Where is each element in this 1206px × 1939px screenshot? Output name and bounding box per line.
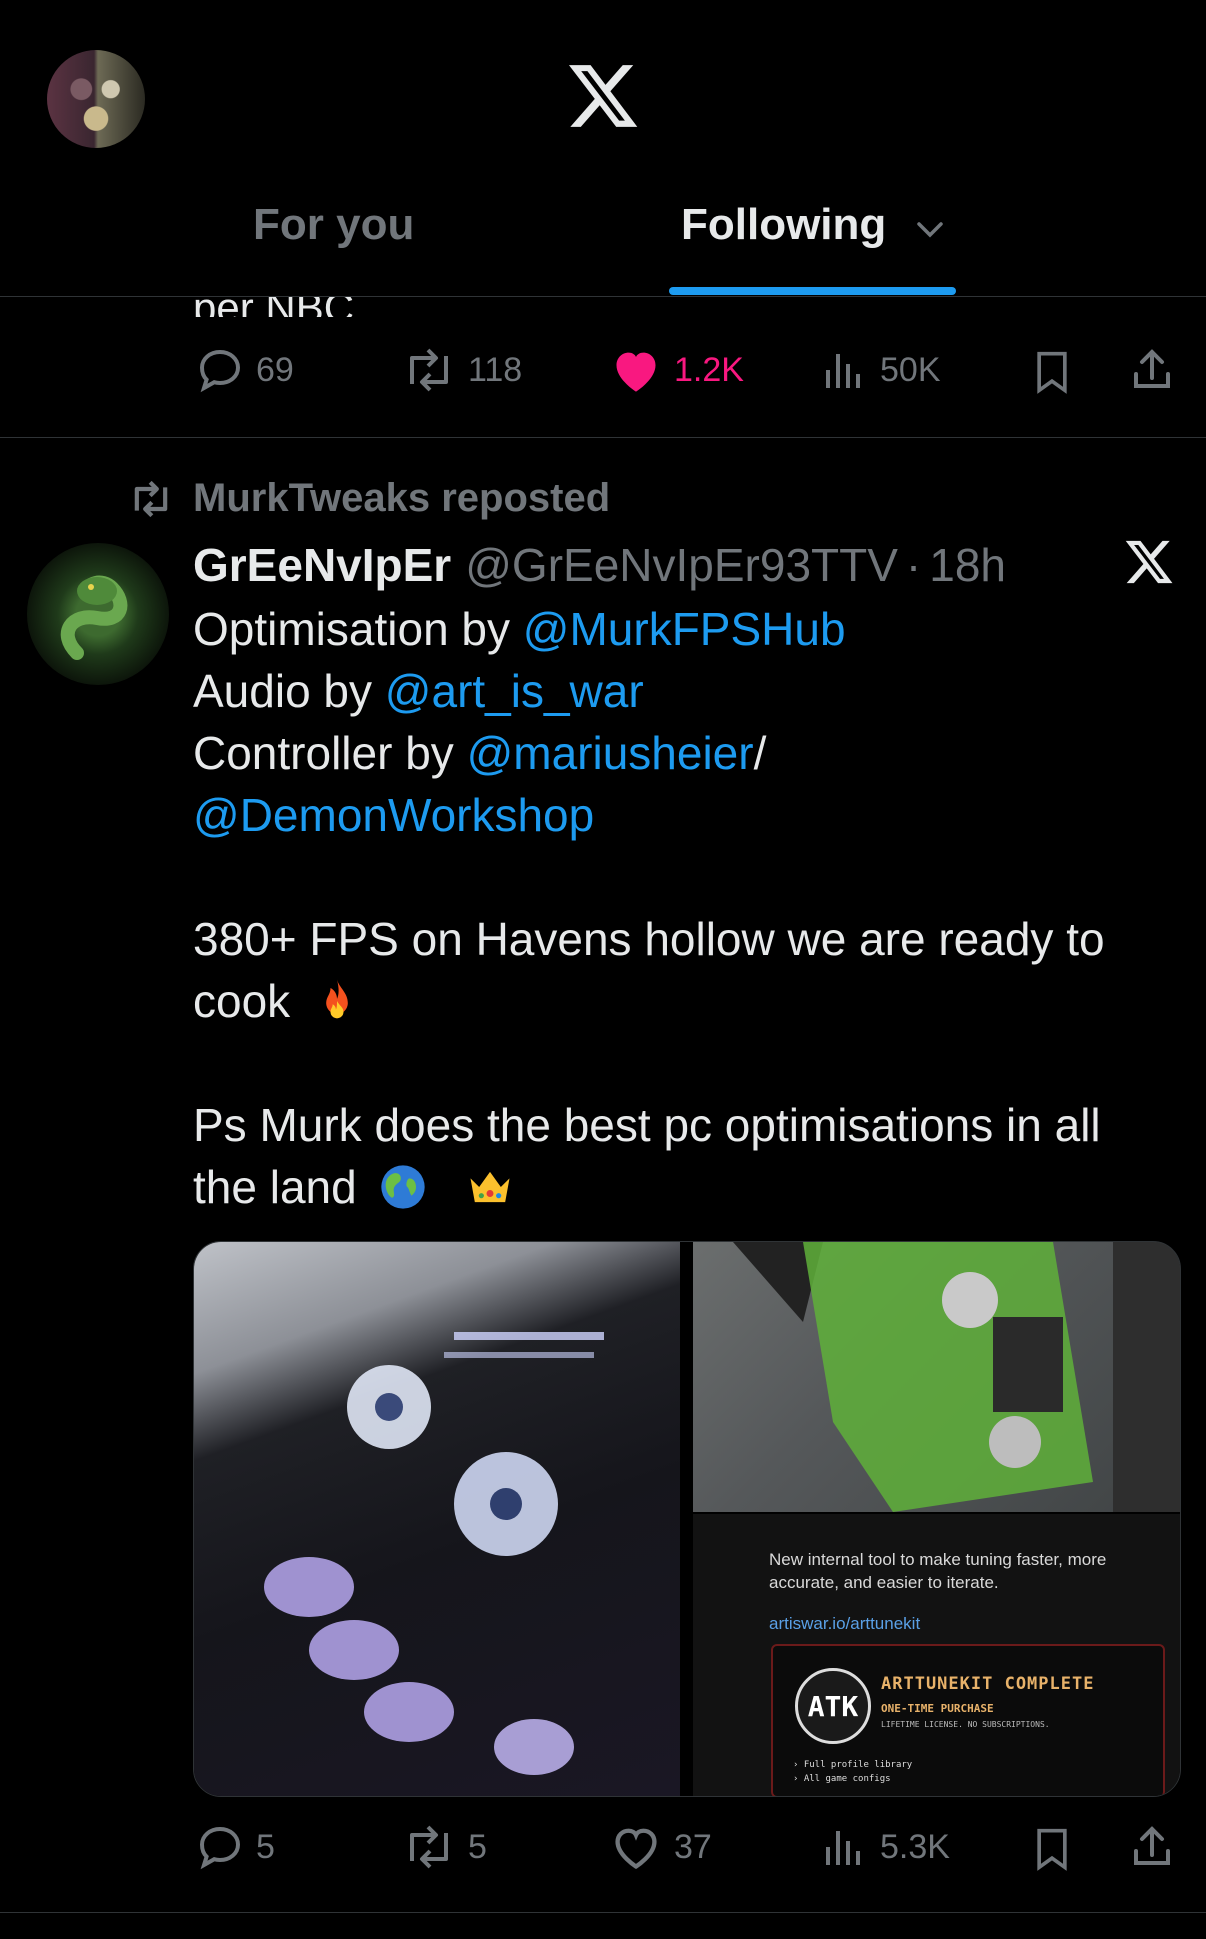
crown-emoji-icon: [470, 1171, 510, 1203]
snake-avatar-image: [60, 575, 128, 660]
globe-emoji-icon: [381, 1165, 426, 1209]
repost-icon: [410, 1825, 448, 1869]
active-tab-indicator: [669, 287, 956, 295]
heart-filled-icon: [616, 352, 656, 392]
card-list-item: › All game configs: [793, 1774, 891, 1784]
repost-button[interactable]: 118: [402, 346, 522, 394]
body-text: cook: [193, 975, 291, 1027]
controller-photo[interactable]: [693, 1242, 1180, 1512]
reply-count: 69: [256, 350, 294, 389]
repost-button[interactable]: 5: [402, 1823, 487, 1871]
views-icon: [826, 354, 860, 388]
tab-for-you[interactable]: For you: [253, 200, 414, 250]
body-text: 380+ FPS on Havens hollow we are ready t…: [193, 913, 1105, 965]
views-count: 5.3K: [880, 1827, 950, 1866]
tweet-divider: [0, 437, 1206, 438]
share-icon[interactable]: [1128, 346, 1176, 394]
like-button[interactable]: 37: [610, 1823, 712, 1871]
like-count: 1.2K: [674, 350, 744, 389]
repost-count: 5: [468, 1827, 487, 1866]
separator-dot: ·: [905, 539, 922, 591]
tweet-body: Optimisation by @MurkFPSHub Audio by @ar…: [193, 598, 1153, 1218]
mention-link[interactable]: @mariusheier: [467, 727, 754, 779]
body-text: Audio by: [193, 665, 385, 717]
heart-icon: [615, 1828, 657, 1870]
share-icon[interactable]: [1128, 1823, 1176, 1871]
clipped-tweet-text: per NBC: [193, 297, 354, 317]
reply-icon: [199, 1826, 241, 1870]
card-subtitle: ONE-TIME PURCHASE: [881, 1702, 994, 1715]
repost-icon: [410, 348, 448, 392]
card-title: ARTTUNEKIT COMPLETE: [881, 1674, 1095, 1694]
x-logo-icon[interactable]: [565, 58, 641, 134]
fire-emoji-icon: [326, 979, 348, 1019]
atk-logo: ATK: [795, 1668, 871, 1744]
mention-link[interactable]: @MurkFPSHub: [523, 603, 846, 655]
body-text: Ps Murk does the best pc optimisations i…: [193, 1099, 1101, 1151]
bookmark-icon[interactable]: [1030, 1827, 1074, 1871]
like-count: 37: [674, 1827, 712, 1866]
screenshot-link: artiswar.io/arttunekit: [769, 1614, 921, 1633]
author-handle[interactable]: @GrEeNvIpEr93TTV: [465, 538, 898, 592]
views-button[interactable]: 5.3K: [820, 1823, 950, 1871]
chevron-down-icon[interactable]: [915, 218, 945, 242]
x-grok-icon[interactable]: [1123, 536, 1175, 588]
body-text: the land: [193, 1161, 357, 1213]
reply-icon: [199, 349, 241, 393]
pc-build-photo[interactable]: [194, 1242, 680, 1796]
tweet-time[interactable]: 18h: [929, 538, 1006, 592]
views-button[interactable]: 50K: [820, 346, 941, 394]
tweet-header: GrEeNvIpEr @GrEeNvIpEr93TTV · 18h: [193, 538, 1006, 592]
body-text: /: [753, 727, 767, 779]
media-grid: New internal tool to make tuning faster,…: [193, 1241, 1181, 1797]
repost-label: MurkTweaks reposted: [193, 476, 611, 520]
bookmark-icon[interactable]: [1030, 350, 1074, 394]
repost-count: 118: [468, 350, 523, 389]
views-count: 50K: [880, 350, 941, 389]
card-subtitle-2: LIFETIME LICENSE. NO SUBSCRIPTIONS.: [881, 1720, 1050, 1729]
views-icon: [826, 1831, 860, 1865]
repost-context[interactable]: MurkTweaks reposted: [127, 476, 610, 521]
arttunekit-card: ATK ARTTUNEKIT COMPLETE ONE-TIME PURCHAS…: [771, 1644, 1165, 1796]
pc-fans-illustration: [264, 1332, 604, 1775]
author-name[interactable]: GrEeNvIpEr: [193, 538, 451, 592]
body-text: Controller by: [193, 727, 467, 779]
screenshot-text: New internal tool to make tuning faster,…: [769, 1550, 1107, 1592]
tab-following[interactable]: Following: [681, 200, 886, 250]
reply-count: 5: [256, 1827, 275, 1866]
tweet-divider: [0, 1912, 1206, 1913]
card-list-item: › Full profile library: [793, 1760, 913, 1770]
mention-link[interactable]: @art_is_war: [385, 665, 644, 717]
repost-icon: [134, 480, 168, 517]
body-text: Optimisation by: [193, 603, 523, 655]
mention-link[interactable]: @DemonWorkshop: [193, 789, 594, 841]
reply-button[interactable]: 5: [196, 1823, 275, 1871]
controller-illustration: [733, 1242, 1180, 1512]
profile-avatar[interactable]: [47, 50, 145, 148]
like-button[interactable]: 1.2K: [610, 346, 744, 394]
author-avatar[interactable]: [27, 543, 169, 685]
arttunekit-screenshot[interactable]: New internal tool to make tuning faster,…: [693, 1514, 1180, 1796]
reply-button[interactable]: 69: [196, 346, 294, 394]
